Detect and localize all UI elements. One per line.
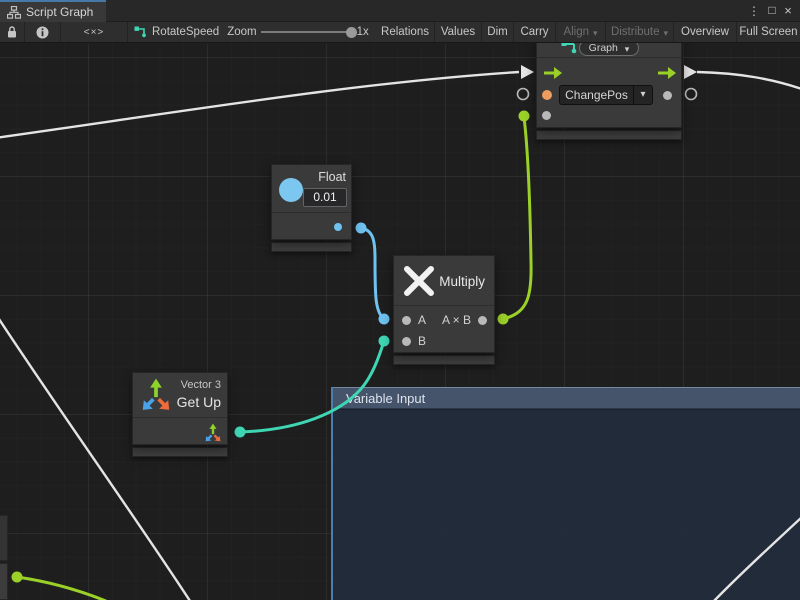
- graph-reference-label: RotateSpeed: [152, 26, 219, 38]
- vector3-axes-icon: [141, 377, 171, 413]
- float-type-label: Float: [318, 170, 346, 184]
- node-float[interactable]: Float 0.01: [271, 164, 352, 252]
- window-menu-icon[interactable]: ⋮: [746, 0, 762, 22]
- value-toggle-button[interactable]: <×>: [61, 22, 128, 42]
- zoom-control: Zoom 1x: [220, 22, 376, 42]
- vector3-header: Vector 3 Get Up: [133, 373, 227, 418]
- node-graph-unit[interactable]: Graph ▾ ChangePos ▾: [536, 36, 682, 140]
- toolbar-button-relations[interactable]: Relations: [376, 22, 435, 42]
- info-button[interactable]: [25, 22, 61, 42]
- toolbar-button-carry[interactable]: Carry: [514, 22, 556, 42]
- tab-script-graph[interactable]: Script Graph: [0, 0, 106, 22]
- port-multiply-a[interactable]: [402, 316, 411, 325]
- variable-select-dropdown[interactable]: ChangePos ▾: [559, 85, 653, 105]
- toolbar-button-values[interactable]: Values: [435, 22, 482, 42]
- vector3-type-label: Vector 3: [181, 379, 221, 391]
- chevron-down-icon: ▾: [593, 28, 598, 39]
- lock-icon: [7, 26, 17, 38]
- lock-button[interactable]: [0, 22, 25, 42]
- graph-unit-footer: [536, 130, 682, 140]
- group-variable-input[interactable]: Variable Input: [331, 387, 800, 600]
- graph-reference[interactable]: RotateSpeed: [128, 22, 220, 42]
- script-graph-window: Variable Input: [0, 0, 800, 600]
- chevron-down-icon: ▾: [633, 86, 652, 104]
- vector3-footer: [132, 447, 228, 457]
- chevron-down-icon: ▾: [664, 28, 669, 39]
- port-multiply-result[interactable]: [478, 316, 487, 325]
- tab-bar: Script Graph ⋮ □ ×: [0, 0, 800, 22]
- window-maximize-icon[interactable]: □: [764, 0, 780, 22]
- port-variable-name[interactable]: [542, 90, 552, 100]
- toolbar-button-dim[interactable]: Dim: [482, 22, 514, 42]
- info-icon: [36, 26, 49, 39]
- toolbar-button-full-screen[interactable]: Full Screen: [737, 22, 800, 42]
- node-clipped-left-edge[interactable]: [0, 515, 8, 600]
- toolbar-button-overview[interactable]: Overview: [674, 22, 737, 42]
- vector3-title: Get Up: [177, 394, 221, 410]
- zoom-label: Zoom: [227, 26, 256, 38]
- group-title-bar[interactable]: Variable Input: [333, 387, 800, 409]
- toolbar-button-align[interactable]: Align ▾: [556, 22, 606, 42]
- float-header: Float 0.01: [272, 165, 351, 213]
- window-close-icon[interactable]: ×: [780, 0, 796, 22]
- float-type-icon: [279, 178, 303, 202]
- group-title: Variable Input: [346, 391, 425, 406]
- port-label-result: A × B: [442, 313, 471, 327]
- value-toggle-icon: <×>: [84, 27, 105, 38]
- port-label-b: B: [418, 334, 426, 348]
- hierarchy-icon: [7, 6, 21, 19]
- toolbar-button-distribute[interactable]: Distribute ▾: [606, 22, 674, 42]
- chevron-down-icon: ▾: [625, 44, 630, 54]
- port-graph-row3[interactable]: [542, 111, 551, 120]
- node-vector3-get-up[interactable]: Vector 3 Get Up: [132, 372, 228, 457]
- port-multiply-b[interactable]: [402, 337, 411, 346]
- port-graph-right[interactable]: [663, 91, 672, 100]
- multiply-title: Multiply: [439, 274, 485, 289]
- multiply-icon: [402, 264, 436, 298]
- node-multiply[interactable]: Multiply A A × B B: [393, 255, 495, 365]
- graph-icon: [134, 26, 147, 38]
- group-body[interactable]: [333, 409, 800, 600]
- port-vector-output-icon[interactable]: [204, 423, 222, 443]
- tab-title: Script Graph: [26, 5, 93, 19]
- float-value-input[interactable]: 0.01: [303, 188, 347, 207]
- multiply-header: Multiply: [394, 256, 494, 306]
- multiply-footer: [393, 355, 495, 365]
- flow-input-arrow-icon[interactable]: [544, 67, 562, 79]
- zoom-slider-handle[interactable]: [346, 27, 357, 38]
- zoom-value: 1x: [357, 26, 369, 38]
- flow-output-arrow-icon[interactable]: [658, 67, 676, 79]
- float-footer: [271, 242, 352, 252]
- window-chrome: Script Graph ⋮ □ × <×>: [0, 0, 800, 44]
- zoom-slider[interactable]: [261, 31, 353, 33]
- port-float-output[interactable]: [334, 223, 342, 231]
- toolbar: <×> RotateSpeed Zoom 1x Relations: [0, 22, 800, 43]
- port-label-a: A: [418, 313, 426, 327]
